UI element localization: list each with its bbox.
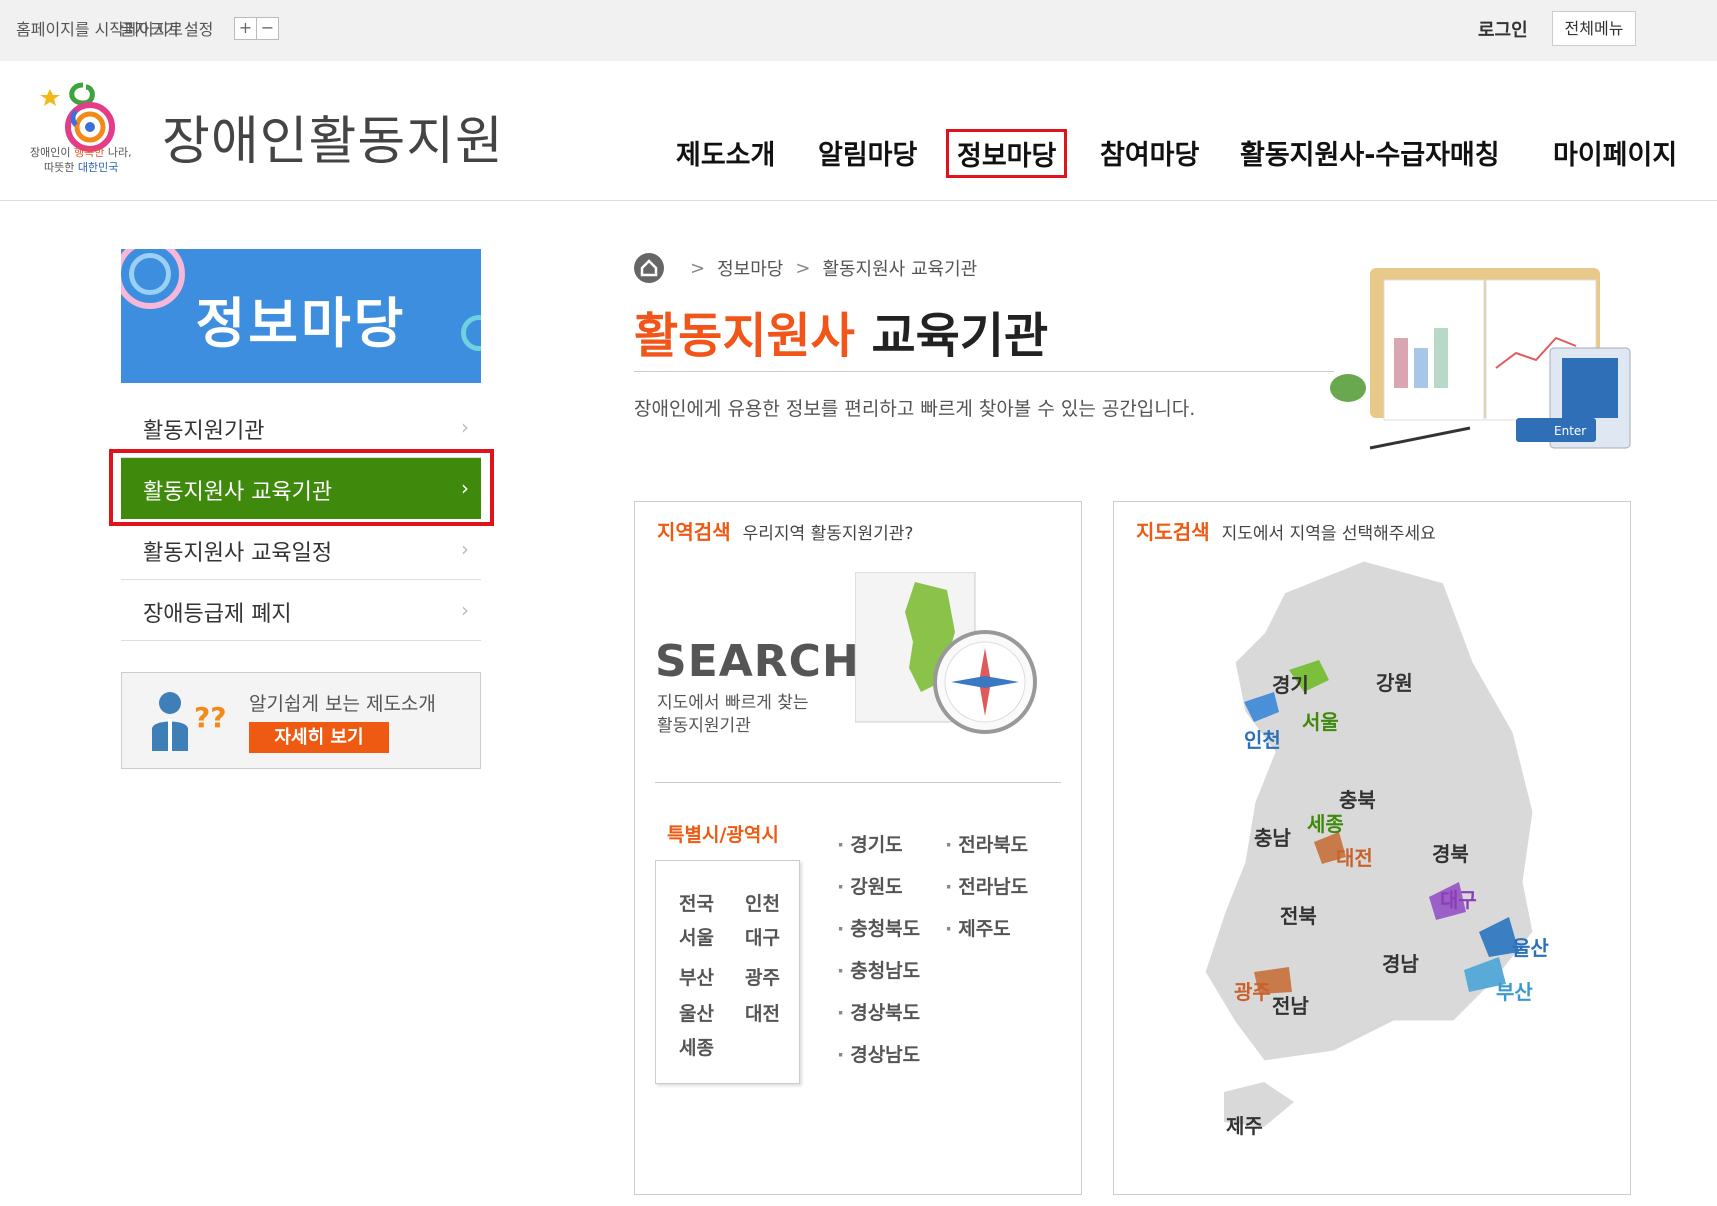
gnb-item-participation[interactable]: 참여마당 <box>1100 133 1199 172</box>
chevron-right-icon: › <box>461 537 469 561</box>
region-busan[interactable]: 부산 <box>1496 976 1533 1005</box>
search-subtitle: 지도에서 빠르게 찾는 활동지원기관 <box>657 693 809 736</box>
svg-text:??: ?? <box>194 701 226 734</box>
home-icon[interactable] <box>634 253 664 283</box>
region-search-panel: 지역검색 우리지역 활동지원기관? SEARCH 지도에서 빠르게 찾는 활동지원기… <box>634 501 1082 1195</box>
province-link[interactable]: 제주도 <box>945 914 1010 941</box>
region-jeju[interactable]: 제주 <box>1226 1110 1263 1139</box>
metro-city-list: 전국 인천 서울 대구 부산 광주 울산 대전 세종 <box>655 860 800 1084</box>
breadcrumb-item: 활동지원사 교육기관 <box>822 259 978 280</box>
breadcrumb-item[interactable]: 정보마당 <box>717 255 783 281</box>
sidebar-item-grade-abolition[interactable]: 장애등급제 폐지 › <box>121 580 481 641</box>
metro-link[interactable]: 대전 <box>745 999 780 1026</box>
font-decrease-button[interactable]: − <box>256 17 279 40</box>
province-link[interactable]: 경상북도 <box>837 998 920 1025</box>
gnb-item-system-intro[interactable]: 제도소개 <box>676 133 775 172</box>
gnb-item-matching[interactable]: 활동지원사-수급자매칭 <box>1240 133 1500 172</box>
title-divider <box>634 371 1334 372</box>
font-size-controls: + − <box>234 17 279 40</box>
gnb-item-notice[interactable]: 알림마당 <box>818 133 917 172</box>
region-gangwon[interactable]: 강원 <box>1376 667 1413 696</box>
chevron-right-icon: › <box>461 598 469 622</box>
province-link[interactable]: 충청북도 <box>837 914 920 941</box>
metro-link[interactable]: 세종 <box>679 1033 714 1060</box>
metro-link[interactable]: 울산 <box>679 999 714 1026</box>
utility-bar: 홈페이지를 시작페이지로 글자크기 설정 + − 로그인 전체메뉴 <box>0 0 1717 61</box>
province-link[interactable]: 충청남도 <box>837 956 920 983</box>
view-details-button[interactable]: 자세히 보기 <box>249 722 389 753</box>
region-chungbuk[interactable]: 충북 <box>1339 784 1376 813</box>
sidebar-item-training-schedule[interactable]: 활동지원사 교육일정 › <box>121 519 481 580</box>
region-seoul[interactable]: 서울 <box>1302 706 1339 735</box>
region-daejeon[interactable]: 대전 <box>1336 842 1373 871</box>
active-highlight-outline <box>109 449 494 526</box>
site-header: 장애인이 행복한 나라, 따뜻한 대한민국 장애인활동지원 제도소개 알림마당 … <box>0 61 1717 201</box>
province-link[interactable]: 전라남도 <box>945 872 1028 899</box>
map-search-panel: 지도검색 지도에서 지역을 선택해주세요 경기 강원 서울 인천 충북 세종 충남… <box>1113 501 1631 1195</box>
region-daegu[interactable]: 대구 <box>1440 884 1477 913</box>
metro-link[interactable]: 인천 <box>745 889 780 916</box>
sidebar-item-label: 활동지원기관 <box>143 419 265 444</box>
province-link[interactable]: 경상남도 <box>837 1040 920 1067</box>
gnb-item-info[interactable]: 정보마당 <box>946 129 1068 178</box>
sidebar-item-label: 활동지원사 교육일정 <box>143 541 333 566</box>
region-sejong[interactable]: 세종 <box>1307 808 1344 837</box>
panel-divider <box>655 782 1061 783</box>
province-link[interactable]: 경기도 <box>837 830 902 857</box>
breadcrumb: > 정보마당 > 활동지원사 교육기관 <box>634 253 977 283</box>
guide-text: 알기쉽게 보는 제도소개 <box>249 693 436 715</box>
chevron-right-icon: › <box>461 415 469 439</box>
gnb-item-mypage[interactable]: 마이페이지 <box>1553 133 1677 172</box>
login-link[interactable]: 로그인 <box>1478 16 1528 42</box>
breadcrumb-separator: > <box>690 257 706 279</box>
metro-link[interactable]: 부산 <box>679 963 714 990</box>
all-menu-button[interactable]: 전체메뉴 <box>1552 11 1636 46</box>
person-question-icon: ?? <box>152 692 226 751</box>
page-title: 활동지원사 교육기관 <box>634 308 1049 364</box>
region-gyeongnam[interactable]: 경남 <box>1382 948 1419 977</box>
svg-text:Enter: Enter <box>1554 424 1586 438</box>
sidebar-item-label: 장애등급제 폐지 <box>143 602 292 627</box>
page-description: 장애인에게 유용한 정보를 편리하고 빠르게 찾아볼 수 있는 공간입니다. <box>634 398 1196 420</box>
province-link[interactable]: 강원도 <box>837 872 902 899</box>
metro-title: 특별시/광역시 <box>667 824 779 846</box>
font-increase-button[interactable]: + <box>234 17 257 40</box>
breadcrumb-separator: > <box>795 257 811 279</box>
panel-heading: 지도검색 지도에서 지역을 선택해주세요 <box>1136 520 1436 544</box>
region-ulsan[interactable]: 울산 <box>1512 932 1549 961</box>
metro-link[interactable]: 광주 <box>745 963 780 990</box>
metro-link[interactable]: 서울 <box>679 923 714 950</box>
search-heading: SEARCH <box>655 636 860 687</box>
sidebar-banner: 정보마당 <box>121 249 481 383</box>
global-nav: 제도소개 알림마당 정보마당 참여마당 활동지원사-수급자매칭 마이페이지 <box>0 129 1717 183</box>
region-incheon[interactable]: 인천 <box>1244 724 1281 753</box>
utility-links: 홈페이지를 시작페이지로 글자크기 설정 <box>16 16 213 40</box>
font-size-label: 글자크기 설정 <box>120 20 214 39</box>
guide-box: ?? 알기쉽게 보는 제도소개 자세히 보기 <box>121 672 481 769</box>
panel-heading: 지역검색 우리지역 활동지원기관? <box>657 520 914 544</box>
region-chungnam[interactable]: 충남 <box>1254 822 1291 851</box>
region-gyeongbuk[interactable]: 경북 <box>1432 838 1469 867</box>
folder-documents-illustration: Enter <box>1330 268 1631 450</box>
map-compass-illustration <box>855 572 1037 734</box>
sidebar-title: 정보마당 <box>195 292 407 355</box>
metro-link[interactable]: 대구 <box>745 923 780 950</box>
province-link[interactable]: 전라북도 <box>945 830 1028 857</box>
korea-map[interactable] <box>1114 552 1632 1192</box>
region-jeonbuk[interactable]: 전북 <box>1280 900 1317 929</box>
region-jeonnam[interactable]: 전남 <box>1272 990 1309 1019</box>
region-gwangju[interactable]: 광주 <box>1234 976 1271 1005</box>
region-gyeonggi[interactable]: 경기 <box>1272 669 1309 698</box>
metro-link[interactable]: 전국 <box>679 889 714 916</box>
